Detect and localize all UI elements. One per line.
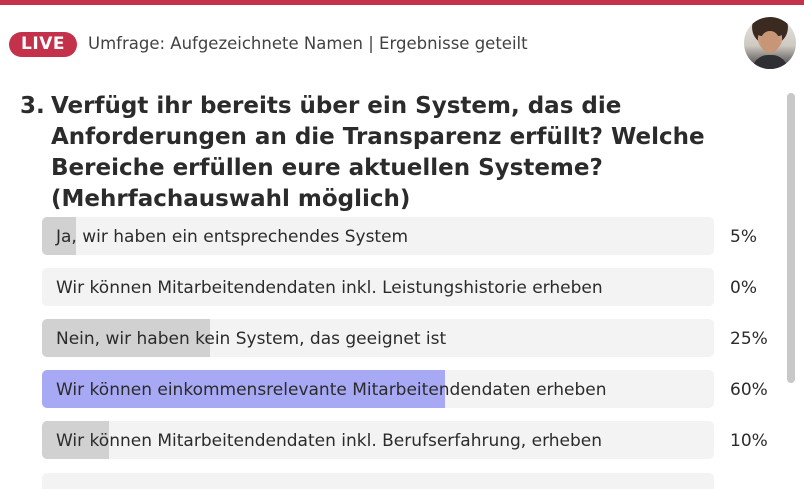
option-label: Wir können einkommensrelevante Mitarbeit… [56,380,607,400]
option-percent: 0% [730,278,757,298]
option-label: Ja, wir haben ein entsprechendes System [56,227,409,247]
option-percent: 25% [730,329,768,349]
option-percent: 10% [730,431,768,451]
option-percent: 60% [730,380,768,400]
user-avatar[interactable] [744,17,796,69]
poll-option[interactable]: Wir können Mitarbeitendendaten inkl. Lei… [42,268,782,306]
poll-option[interactable]: Wir können Mitarbeitendendaten inkl. Ber… [42,421,782,459]
option-label: Wir können Mitarbeitendendaten inkl. Ber… [56,431,603,451]
scrollbar-thumb[interactable] [787,93,795,383]
option-label: Wir können Mitarbeitendendaten inkl. Lei… [56,278,603,298]
option-percent: 5% [730,227,757,247]
question-text: Verfügt ihr bereits über ein System, das… [51,93,705,212]
poll-option[interactable]: Nein, wir haben kein System, das geeigne… [42,319,782,357]
result-bar-track: Ja, wir haben ein entsprechendes System [42,217,714,255]
poll-title: Umfrage: Aufgezeichnete Namen | Ergebnis… [88,34,528,53]
poll-option-partial[interactable] [42,473,714,489]
result-bar-track: Wir können Mitarbeitendendaten inkl. Ber… [42,421,714,459]
avatar-face [761,31,779,53]
poll-option[interactable]: Ja, wir haben ein entsprechendes System 5… [42,217,782,255]
result-bar-track: Wir können einkommensrelevante Mitarbeit… [42,370,714,408]
question-number: 3. [20,93,45,119]
question: 3. Verfügt ihr bereits über ein System, … [20,91,780,215]
poll-header: LIVE Umfrage: Aufgezeichnete Namen | Erg… [0,5,804,73]
result-bar-track: Wir können Mitarbeitendendaten inkl. Lei… [42,268,714,306]
result-bar-track: Nein, wir haben kein System, das geeigne… [42,319,714,357]
option-label: Nein, wir haben kein System, das geeigne… [56,329,447,349]
poll-option[interactable]: Wir können einkommensrelevante Mitarbeit… [42,370,782,408]
avatar-shirt [752,55,788,69]
live-badge: LIVE [9,32,77,57]
